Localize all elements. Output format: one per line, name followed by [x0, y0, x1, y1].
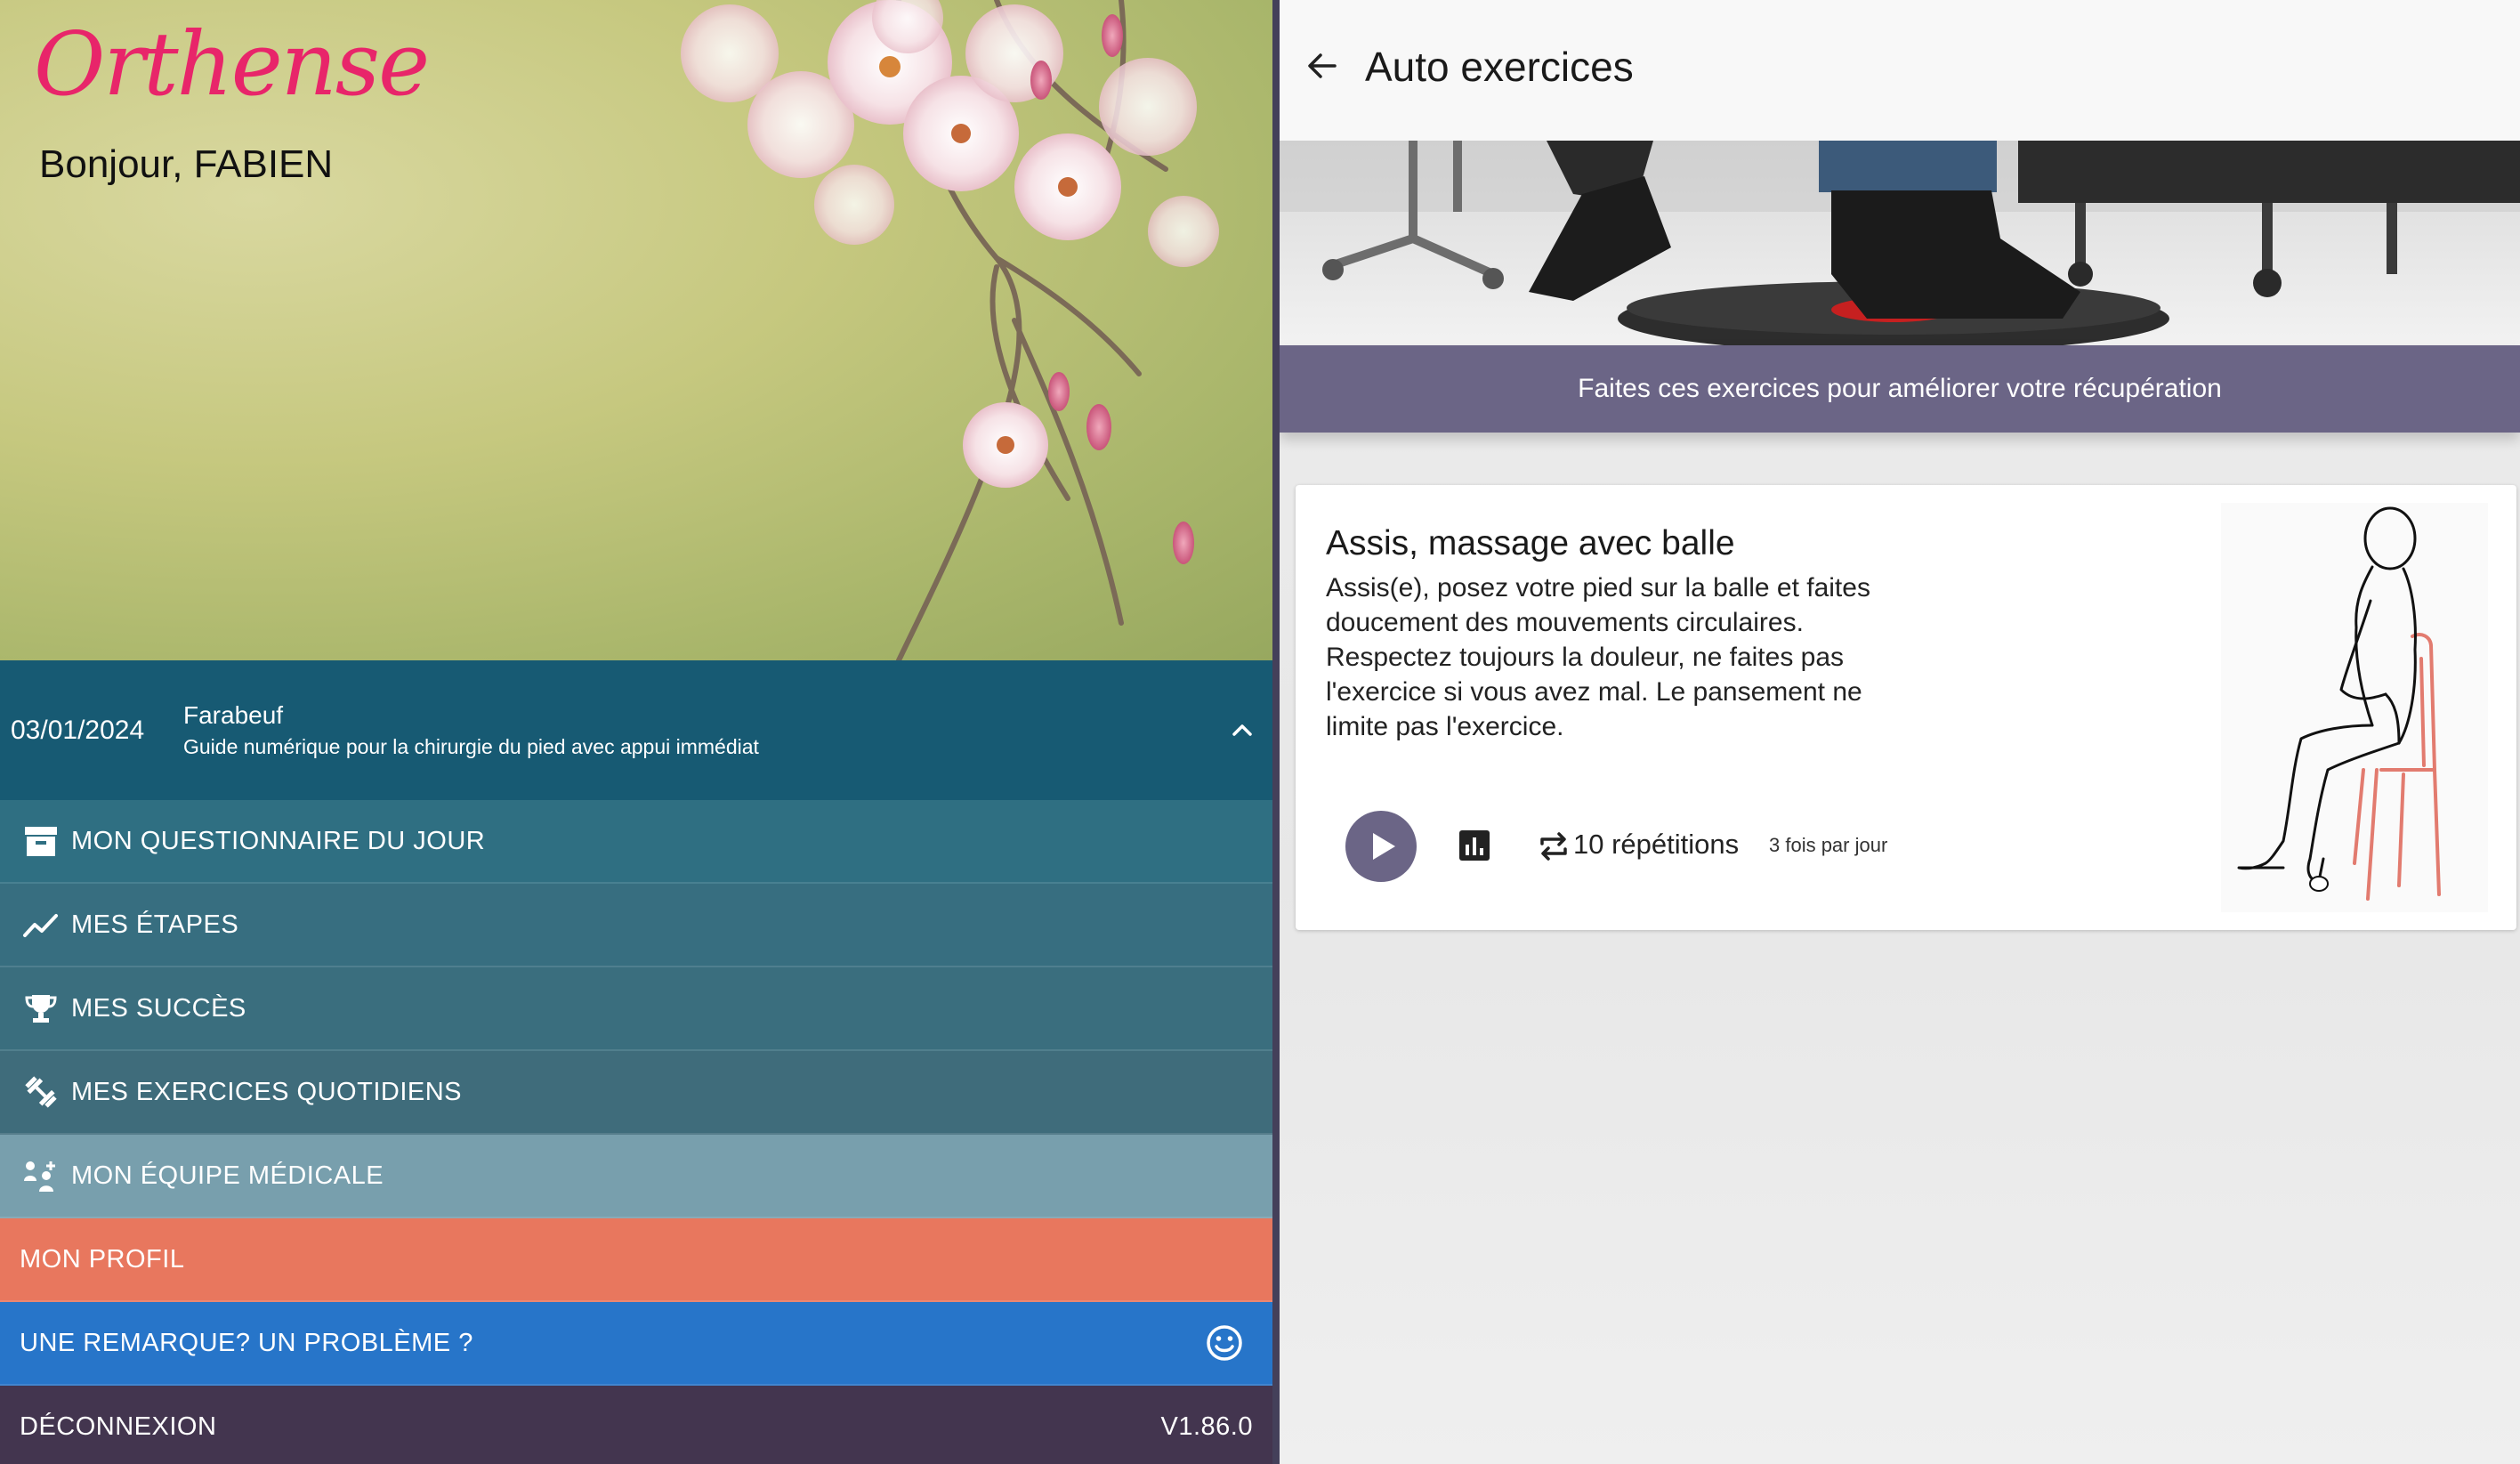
guide-name: Farabeuf [183, 701, 284, 729]
medical-team-icon [24, 1161, 55, 1192]
menu-item-equipe-medicale[interactable]: MON ÉQUIPE MÉDICALE [0, 1135, 1272, 1218]
guide-description: Guide numérique pour la chirurgie du pie… [183, 735, 759, 758]
page-title: Auto exercices [1365, 44, 1634, 90]
exercise-frequency: 3 fois par jour [1769, 834, 1888, 856]
menu-item-succes[interactable]: MES SUCCÈS [0, 967, 1272, 1051]
dumbbell-icon [25, 1076, 57, 1108]
trophy-icon [25, 995, 57, 1023]
menu-item-label: UNE REMARQUE? UN PROBLÈME ? [20, 1329, 473, 1357]
repetitions-count: 10 répétitions [1573, 829, 1740, 860]
menu-item-label: MON PROFIL [20, 1245, 185, 1274]
app-bar: Auto exercices [1280, 0, 2520, 141]
exercise-screen: Auto exercices Faites ces exercices pour… [1280, 0, 2520, 1464]
menu-item-exercices[interactable]: MES EXERCICES QUOTIDIENS [0, 1051, 1272, 1135]
exercise-subtitle: Faites ces exercices pour améliorer votr… [1280, 345, 2520, 433]
exercise-banner-photo [1280, 141, 2520, 345]
orthense-logo: Orthense [34, 14, 430, 116]
archive-icon [25, 827, 57, 856]
repeat-icon [1540, 832, 1567, 861]
app-version: V1.86.0 [1160, 1412, 1253, 1441]
chevron-up-icon[interactable] [1224, 712, 1260, 748]
smiley-icon [1207, 1325, 1242, 1361]
menu-item-etapes[interactable]: MES ÉTAPES [0, 884, 1272, 967]
menu-item-feedback[interactable]: UNE REMARQUE? UN PROBLÈME ? [0, 1302, 1272, 1386]
panel-divider [1272, 0, 1280, 1464]
guide-selector[interactable]: 03/01/2024 5 Farabeuf Guide numérique po… [0, 660, 1272, 1388]
exercise-illustration [2221, 503, 2488, 912]
navigation-drawer: Orthense Bonjour, FABIEN 03/01/2024 5 Fa… [0, 0, 1272, 1464]
hero-photo: Orthense Bonjour, FABIEN [0, 0, 1272, 660]
menu-item-label: MES SUCCÈS [71, 994, 246, 1023]
trend-icon [23, 914, 58, 937]
exercise-title: Assis, massage avec balle [1326, 524, 1735, 562]
exercise-card[interactable]: Assis, massage avec balle Assis(e), pose… [1296, 485, 2516, 930]
menu-item-questionnaire[interactable]: MON QUESTIONNAIRE DU JOUR [0, 800, 1272, 884]
bar-chart-icon[interactable] [1458, 829, 1491, 862]
menu-item-logout[interactable]: DÉCONNEXION V1.86.0 [0, 1386, 1272, 1464]
menu-item-label: DÉCONNEXION [20, 1412, 217, 1441]
play-icon [1373, 833, 1395, 860]
play-button[interactable] [1345, 811, 1417, 882]
menu-item-label: MES ÉTAPES [71, 910, 239, 939]
guide-date: 03/01/2024 [11, 716, 145, 745]
greeting: Bonjour, FABIEN [39, 142, 334, 186]
back-arrow-icon[interactable] [1303, 46, 1342, 85]
menu-item-label: MON QUESTIONNAIRE DU JOUR [71, 827, 486, 855]
exercise-description: Assis(e), posez votre pied sur la balle … [1326, 573, 1870, 741]
menu-item-label: MON ÉQUIPE MÉDICALE [71, 1161, 384, 1190]
menu-item-profil[interactable]: MON PROFIL [0, 1218, 1272, 1302]
menu-item-label: MES EXERCICES QUOTIDIENS [71, 1078, 463, 1106]
